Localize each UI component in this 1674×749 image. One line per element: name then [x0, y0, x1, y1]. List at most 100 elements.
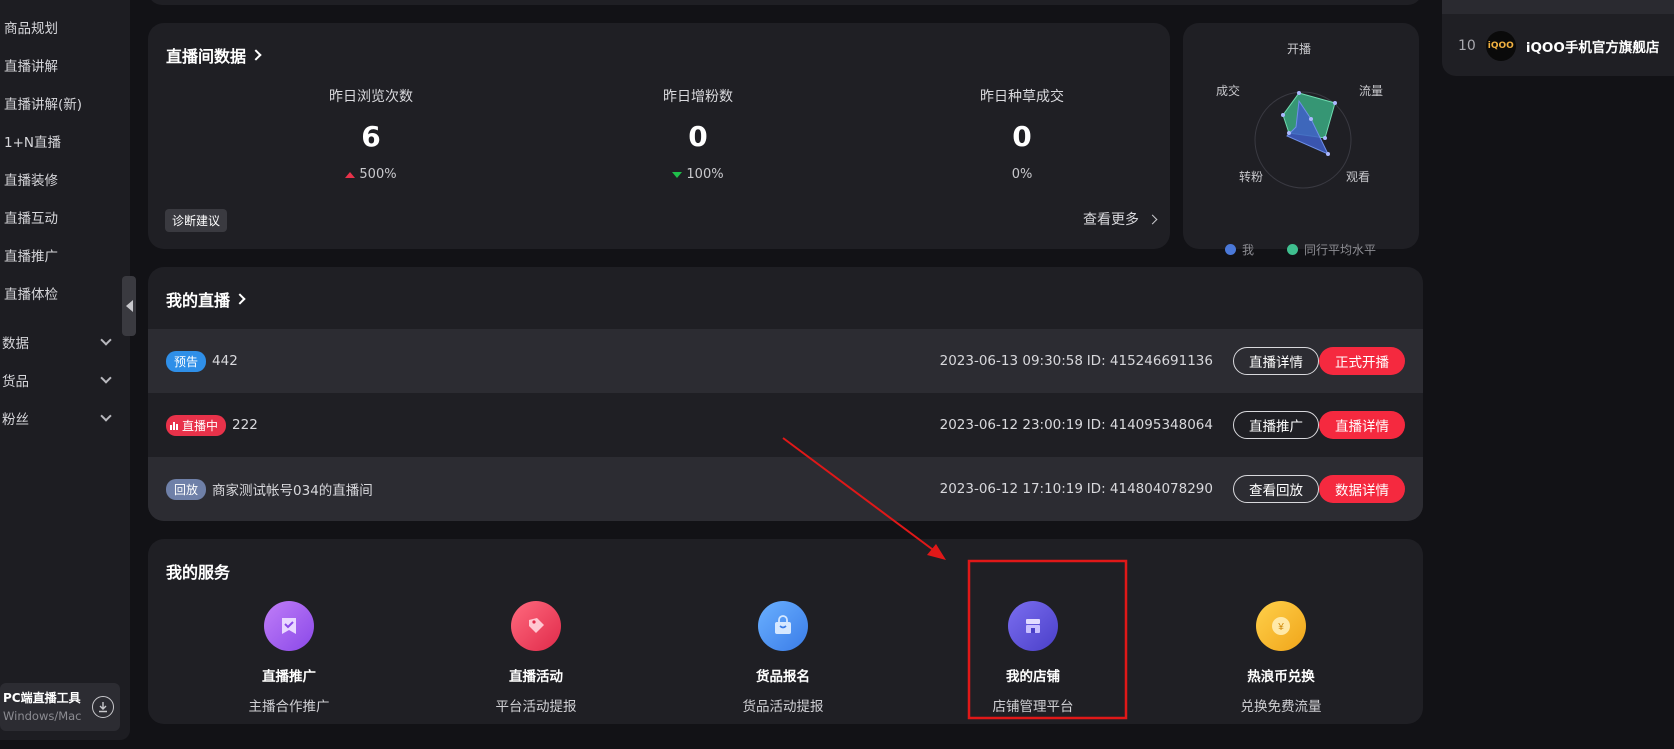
- ranking-panel-header: [1442, 0, 1674, 14]
- radar-point: [1309, 117, 1313, 121]
- sidebar-item-1n-live[interactable]: 1+N直播: [4, 131, 61, 151]
- legend-peer: 同行平均水平: [1287, 241, 1376, 258]
- service-live-promotion[interactable]: 直播推广 主播合作推广: [209, 601, 369, 715]
- radar-axis-label: 成交: [1216, 84, 1241, 98]
- sidebar-group-fans[interactable]: 粉丝: [2, 408, 112, 428]
- service-name: 热浪币兑换: [1247, 669, 1315, 685]
- trend-up-icon: [345, 171, 356, 178]
- sidebar-item-live-decoration[interactable]: 直播装修: [4, 169, 58, 189]
- sidebar-item-live-explain-new[interactable]: 直播讲解(新): [4, 93, 82, 113]
- radar-point: [1326, 152, 1330, 156]
- service-desc: 店铺管理平台: [992, 699, 1074, 715]
- live-detail-button[interactable]: 直播详情: [1233, 347, 1319, 375]
- view-more-label: 查看更多: [1083, 212, 1139, 228]
- live-row: 直播中 222 2023-06-12 23:00:19 ID: 41409534…: [148, 393, 1423, 457]
- legend-dot: [1287, 244, 1298, 255]
- live-promotion-button[interactable]: 直播推广: [1233, 411, 1319, 439]
- radar-point: [1297, 91, 1301, 95]
- live-bars-icon: [170, 422, 178, 430]
- live-row-name: 442: [212, 353, 238, 369]
- status-badge-label: 直播中: [182, 418, 219, 433]
- service-desc: 主播合作推广: [248, 699, 330, 715]
- trend-down-icon: [672, 171, 683, 178]
- sidebar-group-label: 粉丝: [2, 412, 29, 428]
- live-data-card: 直播间数据 昨日浏览次数 6 500% 昨日增粉数 0 100% 昨日种草成交 …: [148, 23, 1170, 249]
- live-data-title-text: 直播间数据: [166, 47, 247, 66]
- service-desc: 平台活动提报: [495, 699, 577, 715]
- live-row-name: 商家测试帐号034的直播间: [212, 483, 373, 499]
- legend-label: 同行平均水平: [1304, 243, 1377, 257]
- sidebar-collapse-toggle[interactable]: [122, 276, 136, 336]
- sidebar-item-live-promotion[interactable]: 直播推广: [4, 245, 58, 265]
- sidebar-item-live-checkup[interactable]: 直播体检: [4, 283, 58, 303]
- live-row: 回放 商家测试帐号034的直播间 2023-06-12 17:10:19 ID:…: [148, 457, 1423, 521]
- chevron-down-icon: [100, 410, 112, 422]
- radar-point: [1287, 131, 1291, 135]
- service-coin-exchange[interactable]: ¥ 热浪币兑换 兑换免费流量: [1201, 601, 1361, 715]
- my-services-title: 我的服务: [166, 563, 231, 582]
- start-live-button[interactable]: 正式开播: [1319, 347, 1405, 375]
- radar-axis-label: 开播: [1287, 42, 1312, 56]
- chevron-down-icon: [100, 334, 112, 346]
- service-goods-signup[interactable]: 货品报名 货品活动提报: [703, 601, 863, 715]
- live-row: 预告 442 2023-06-13 09:30:58 ID: 415246691…: [148, 329, 1423, 393]
- sidebar-group-data[interactable]: 数据: [2, 332, 112, 352]
- service-name: 直播活动: [509, 669, 563, 685]
- service-live-activity[interactable]: 直播活动 平台活动提报: [456, 601, 616, 715]
- live-detail-button[interactable]: 直播详情: [1319, 411, 1405, 439]
- diagnose-button[interactable]: 诊断建议: [165, 209, 228, 232]
- live-data-title[interactable]: 直播间数据: [166, 43, 262, 67]
- status-badge: 预告: [166, 350, 207, 372]
- store-logo: iQOO: [1485, 31, 1516, 61]
- stat-label: 昨日种草成交: [980, 89, 1064, 105]
- pc-tool-download[interactable]: PC端直播工具 Windows/Mac: [0, 683, 120, 731]
- ranking-row[interactable]: 10 iQOO iQOO手机官方旗舰店: [1458, 31, 1659, 61]
- sidebar: 商品规划 直播讲解 直播讲解(新) 1+N直播 直播装修 直播互动 直播推广 直…: [0, 0, 130, 740]
- live-row-name: 222: [232, 417, 258, 433]
- shopping-bag-icon: [758, 601, 808, 651]
- service-my-store[interactable]: 我的店铺 店铺管理平台: [953, 601, 1113, 715]
- sidebar-group-label: 货品: [2, 374, 29, 390]
- rank-number: 10: [1458, 38, 1476, 54]
- store-icon: [1008, 601, 1058, 651]
- top-card-edge: [148, 0, 1422, 5]
- stat-change: 0%: [912, 167, 1132, 182]
- radar-point: [1323, 136, 1327, 140]
- sidebar-item-product-planning[interactable]: 商品规划: [4, 17, 58, 37]
- download-icon[interactable]: [92, 696, 114, 718]
- chevron-right-icon: [1147, 214, 1158, 224]
- status-badge: 回放: [166, 478, 207, 500]
- stat-change-value: 100%: [686, 167, 724, 182]
- status-badge: 直播中: [166, 414, 227, 436]
- svg-text:¥: ¥: [1277, 622, 1284, 633]
- stat-value: 6: [361, 120, 381, 153]
- live-row-id: ID: 415246691136: [1086, 353, 1213, 369]
- sidebar-item-live-interaction[interactable]: 直播互动: [4, 207, 58, 227]
- coin-icon: ¥: [1256, 601, 1306, 651]
- stat-value: 0: [1012, 120, 1032, 153]
- service-name: 我的店铺: [1006, 669, 1060, 685]
- stat-change: 100%: [588, 167, 808, 182]
- my-live-title-text: 我的直播: [166, 291, 231, 310]
- radar-axis-label: 流量: [1359, 84, 1384, 98]
- my-live-title[interactable]: 我的直播: [166, 287, 246, 311]
- radar-axis-label: 观看: [1346, 170, 1371, 184]
- radar-point: [1281, 113, 1285, 117]
- collapse-arrow-icon: [125, 300, 133, 312]
- live-row-id: ID: 414804078290: [1086, 481, 1213, 497]
- sidebar-item-live-explain[interactable]: 直播讲解: [4, 55, 58, 75]
- service-desc: 货品活动提报: [742, 699, 824, 715]
- radar-card: 开播 流量 观看 转粉 成交 我 同行平均水平: [1183, 23, 1419, 257]
- stat-change-value: 0%: [1011, 167, 1033, 182]
- stat-label: 昨日增粉数: [663, 89, 733, 105]
- stat-conversions: 昨日种草成交 0 0%: [912, 86, 1132, 182]
- service-name: 直播推广: [262, 669, 316, 685]
- stat-change-value: 500%: [359, 167, 397, 182]
- view-more-link[interactable]: 查看更多: [1083, 209, 1158, 229]
- sidebar-group-goods[interactable]: 货品: [2, 370, 112, 390]
- live-row-time: 2023-06-13 09:30:58: [939, 353, 1083, 369]
- chevron-right-icon: [250, 49, 262, 61]
- service-desc: 兑换免费流量: [1240, 699, 1322, 715]
- view-replay-button[interactable]: 查看回放: [1233, 475, 1319, 503]
- data-detail-button[interactable]: 数据详情: [1319, 475, 1405, 503]
